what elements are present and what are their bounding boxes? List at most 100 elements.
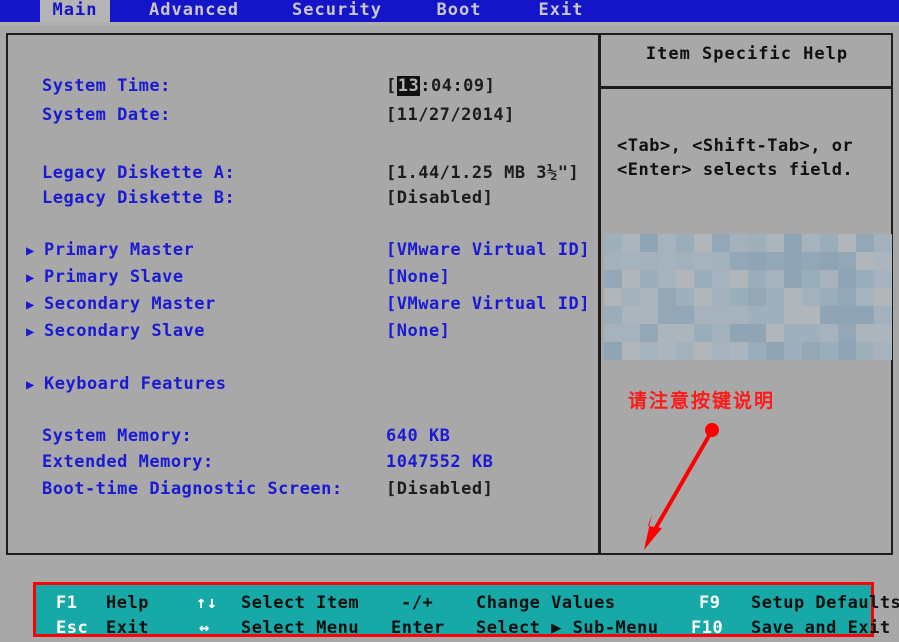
setting-value[interactable]: [VMware Virtual ID] bbox=[386, 240, 590, 260]
setting-label[interactable]: Legacy Diskette A: bbox=[42, 163, 235, 183]
function-key-description[interactable]: Select ▶ Sub-Menu bbox=[476, 618, 659, 638]
function-key-bar-background bbox=[36, 585, 871, 634]
setting-value[interactable]: [1.44/1.25 MB 3½"] bbox=[386, 163, 579, 183]
mosaic-block bbox=[838, 342, 856, 360]
setting-value[interactable]: [None] bbox=[386, 267, 450, 287]
mosaic-block bbox=[802, 288, 820, 306]
setting-label[interactable]: Primary Slave bbox=[44, 267, 184, 287]
mosaic-block bbox=[820, 342, 838, 360]
submenu-arrow-icon: ▶ bbox=[26, 324, 34, 340]
function-key-label[interactable]: F1 bbox=[56, 593, 77, 613]
mosaic-block bbox=[730, 234, 748, 252]
mosaic-block bbox=[730, 324, 748, 342]
setting-value[interactable]: [Disabled] bbox=[386, 479, 493, 499]
function-key-description[interactable]: Select Menu bbox=[241, 618, 359, 638]
selected-field-highlight[interactable]: 13 bbox=[397, 76, 420, 96]
setting-value[interactable]: [None] bbox=[386, 321, 450, 341]
setting-value[interactable]: [VMware Virtual ID] bbox=[386, 294, 590, 314]
menu-tab-security[interactable]: Security bbox=[282, 0, 392, 22]
mosaic-block bbox=[802, 306, 820, 324]
mosaic-block bbox=[694, 306, 712, 324]
setting-label[interactable]: Keyboard Features bbox=[44, 374, 227, 394]
setting-value[interactable]: 1047552 KB bbox=[386, 452, 493, 472]
mosaic-block bbox=[748, 342, 766, 360]
mosaic-block bbox=[712, 252, 730, 270]
mosaic-block bbox=[874, 234, 892, 252]
mosaic-block bbox=[730, 342, 748, 360]
mosaic-block bbox=[874, 324, 892, 342]
menu-tab-main[interactable]: Main bbox=[40, 0, 110, 22]
mosaic-block bbox=[640, 342, 658, 360]
mosaic-block bbox=[658, 270, 676, 288]
mosaic-block bbox=[748, 288, 766, 306]
function-key-description[interactable]: Exit bbox=[106, 618, 149, 638]
mosaic-block bbox=[604, 270, 622, 288]
setting-label[interactable]: System Time: bbox=[42, 76, 171, 96]
setting-label[interactable]: System Date: bbox=[42, 105, 171, 125]
mosaic-block bbox=[856, 324, 874, 342]
mosaic-block bbox=[712, 342, 730, 360]
mosaic-block bbox=[712, 324, 730, 342]
mosaic-block bbox=[676, 306, 694, 324]
mosaic-block bbox=[784, 324, 802, 342]
setting-label[interactable]: Extended Memory: bbox=[42, 452, 214, 472]
mosaic-block bbox=[712, 288, 730, 306]
mosaic-block bbox=[640, 288, 658, 306]
mosaic-block bbox=[820, 288, 838, 306]
mosaic-block bbox=[856, 306, 874, 324]
mosaic-block bbox=[604, 306, 622, 324]
mosaic-block bbox=[748, 234, 766, 252]
mosaic-block bbox=[838, 288, 856, 306]
setting-value[interactable]: [11/27/2014] bbox=[386, 105, 515, 125]
mosaic-block bbox=[874, 252, 892, 270]
mosaic-block bbox=[676, 252, 694, 270]
function-key-description[interactable]: Save and Exit bbox=[751, 618, 891, 638]
submenu-arrow-icon: ▶ bbox=[26, 377, 34, 393]
setting-label[interactable]: System Memory: bbox=[42, 426, 192, 446]
function-key-label[interactable]: F10 bbox=[691, 618, 723, 638]
mosaic-block bbox=[802, 252, 820, 270]
mosaic-block bbox=[676, 342, 694, 360]
mosaic-block bbox=[784, 234, 802, 252]
mosaic-block bbox=[856, 270, 874, 288]
function-key-description[interactable]: Enter bbox=[391, 618, 445, 638]
setting-value[interactable]: [13:04:09] bbox=[386, 76, 495, 96]
function-key-description[interactable]: -/+ bbox=[401, 593, 433, 613]
mosaic-block bbox=[622, 252, 640, 270]
mosaic-block bbox=[622, 270, 640, 288]
menu-tab-advanced[interactable]: Advanced bbox=[130, 0, 258, 22]
mosaic-block bbox=[676, 288, 694, 306]
function-key-label[interactable]: Esc bbox=[56, 618, 88, 638]
mosaic-block bbox=[838, 234, 856, 252]
function-key-description[interactable]: Setup Defaults bbox=[751, 593, 899, 613]
setting-value[interactable]: 640 KB bbox=[386, 426, 450, 446]
function-key-label[interactable]: F9 bbox=[699, 593, 720, 613]
mosaic-block bbox=[658, 252, 676, 270]
function-key-description[interactable]: Change Values bbox=[476, 593, 616, 613]
setting-label[interactable]: Primary Master bbox=[44, 240, 194, 260]
setting-value[interactable]: [Disabled] bbox=[386, 188, 493, 208]
menu-tab-exit[interactable]: Exit bbox=[530, 0, 592, 22]
function-key-description[interactable]: Select Item bbox=[241, 593, 359, 613]
mosaic-block bbox=[820, 270, 838, 288]
mosaic-block bbox=[766, 234, 784, 252]
mosaic-block bbox=[712, 270, 730, 288]
mosaic-block bbox=[658, 306, 676, 324]
function-key-label[interactable]: ↑↓ bbox=[196, 593, 217, 613]
setting-label[interactable]: Secondary Slave bbox=[44, 321, 205, 341]
mosaic-block bbox=[838, 270, 856, 288]
setting-label[interactable]: Legacy Diskette B: bbox=[42, 188, 235, 208]
menu-tab-boot[interactable]: Boot bbox=[425, 0, 493, 22]
mosaic-block bbox=[604, 324, 622, 342]
setting-label[interactable]: Secondary Master bbox=[44, 294, 216, 314]
mosaic-block bbox=[802, 342, 820, 360]
mosaic-block bbox=[874, 306, 892, 324]
function-key-description[interactable]: Help bbox=[106, 593, 149, 613]
mosaic-block bbox=[838, 252, 856, 270]
function-key-label[interactable]: ↔ bbox=[199, 618, 210, 638]
mosaic-block bbox=[838, 324, 856, 342]
setting-label[interactable]: Boot-time Diagnostic Screen: bbox=[42, 479, 343, 499]
mosaic-block bbox=[640, 252, 658, 270]
annotation-arrow-icon bbox=[600, 410, 760, 570]
function-key-bar: F1Help↑↓Select Item-/+Change ValuesF9Set… bbox=[33, 582, 874, 637]
